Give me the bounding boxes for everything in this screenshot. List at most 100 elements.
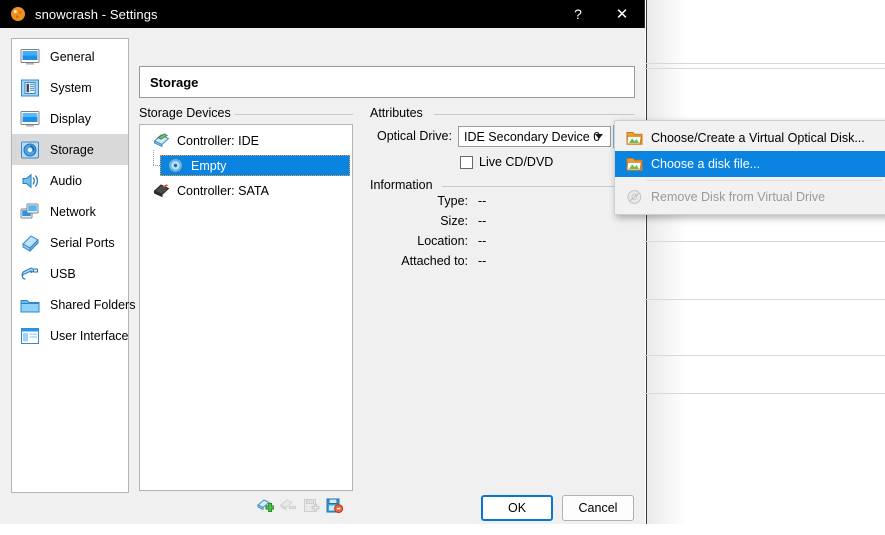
network-icon — [19, 201, 41, 223]
sidebar-item-usb[interactable]: USB — [12, 258, 128, 289]
group-divider — [235, 114, 353, 115]
remove-disk-icon — [626, 189, 643, 205]
info-row-type: Type: -- — [370, 194, 486, 208]
dialog-buttons: OK Cancel — [0, 495, 645, 535]
sidebar-item-network[interactable]: Network — [12, 196, 128, 227]
background-row-line — [645, 355, 885, 356]
live-cd-label: Live CD/DVD — [479, 155, 554, 169]
help-button[interactable]: ? — [556, 0, 600, 28]
info-label: Attached to: — [401, 254, 468, 268]
display-icon — [19, 108, 41, 130]
sidebar-item-label: General — [50, 49, 95, 64]
storage-devices-tree[interactable]: Controller: IDE Empty Controller: SATA — [139, 124, 353, 491]
group-divider — [434, 114, 635, 115]
sidebar-item-storage[interactable]: Storage — [12, 134, 128, 165]
sidebar-item-label: Serial Ports — [50, 235, 115, 250]
ok-button[interactable]: OK — [481, 495, 553, 521]
dialog-body: General System Display Storage Audio Net… — [0, 28, 645, 524]
sidebar-item-label: USB — [50, 266, 76, 281]
motherboard-icon — [19, 77, 41, 99]
menu-item-label: Remove Disk from Virtual Drive — [651, 190, 826, 204]
background-row-line — [645, 63, 885, 64]
sidebar-item-label: Audio — [50, 173, 82, 188]
folder-open-icon — [625, 156, 643, 172]
background-divider — [646, 0, 647, 524]
sidebar-item-label: Network — [50, 204, 96, 219]
storage-devices-group: Storage Devices — [139, 106, 353, 120]
info-row-location: Location: -- — [370, 234, 486, 248]
information-group-title: Information — [370, 178, 439, 192]
harddisk-icon — [19, 139, 41, 161]
background-gradient — [646, 0, 686, 524]
chevron-down-icon — [595, 134, 603, 139]
background-row-line — [645, 299, 885, 300]
background-row-line — [645, 393, 885, 394]
sidebar-item-label: System — [50, 80, 92, 95]
menu-item-label: Choose/Create a Virtual Optical Disk... — [651, 131, 865, 145]
storage-devices-group-title: Storage Devices — [139, 106, 237, 120]
info-value: -- — [478, 214, 487, 228]
settings-dialog: snowcrash - Settings ? ✕ General System … — [0, 0, 645, 524]
tree-row-controller-sata[interactable]: Controller: SATA — [140, 178, 352, 203]
tree-row-label: Controller: SATA — [177, 183, 269, 198]
sidebar-item-serial-ports[interactable]: Serial Ports — [12, 227, 128, 258]
window-title: snowcrash - Settings — [35, 6, 158, 22]
info-row-size: Size: -- — [370, 214, 486, 228]
background-row-line — [645, 68, 885, 69]
settings-sidebar: General System Display Storage Audio Net… — [11, 38, 135, 493]
tree-row-label: Empty — [191, 158, 227, 173]
sidebar-item-system[interactable]: System — [12, 72, 128, 103]
optical-drive-label: Optical Drive: — [376, 129, 452, 143]
sidebar-item-label: User Interface — [50, 328, 129, 343]
sidebar-item-audio[interactable]: Audio — [12, 165, 128, 196]
info-label: Type: — [437, 194, 468, 208]
menu-item-choose-a-disk-file[interactable]: Choose a disk file... — [615, 151, 885, 177]
menu-separator — [647, 180, 882, 181]
info-row-attached-to: Attached to: -- — [370, 254, 486, 268]
attributes-group-title: Attributes — [370, 106, 429, 120]
sidebar-item-label: Shared Folders — [50, 297, 136, 312]
folder-icon — [19, 294, 41, 316]
menu-item-label: Choose a disk file... — [651, 157, 761, 171]
tree-connector — [153, 165, 161, 166]
live-cd-checkbox[interactable]: Live CD/DVD — [460, 155, 553, 169]
folder-open-icon — [625, 130, 643, 146]
attributes-group: Attributes — [370, 106, 635, 120]
optical-drive-select[interactable]: IDE Secondary Device 0 — [458, 126, 611, 147]
page-title: Storage — [139, 66, 635, 98]
tree-connector — [153, 150, 154, 166]
menu-item-remove-disk-from-virtual-drive[interactable]: Remove Disk from Virtual Drive — [615, 184, 885, 210]
information-group: Information — [370, 178, 635, 192]
tree-row-controller-ide[interactable]: Controller: IDE — [140, 128, 352, 153]
menu-item-choose-create-virtual-optical-disk[interactable]: Choose/Create a Virtual Optical Disk... — [615, 125, 885, 151]
info-label: Location: — [417, 234, 468, 248]
cancel-button[interactable]: Cancel — [562, 495, 634, 521]
ide-controller-icon — [153, 132, 170, 149]
background-row-line — [645, 241, 885, 242]
sidebar-item-shared-folders[interactable]: Shared Folders — [12, 289, 135, 320]
group-divider — [442, 186, 635, 187]
window-controls: ? ✕ — [556, 0, 644, 28]
user-interface-icon — [19, 325, 41, 347]
info-value: -- — [478, 254, 487, 268]
sata-controller-icon — [153, 182, 170, 199]
optical-drive-value: IDE Secondary Device 0 — [464, 129, 601, 144]
sidebar-item-user-interface[interactable]: User Interface — [12, 320, 129, 351]
info-value: -- — [478, 234, 487, 248]
checkbox-box[interactable] — [460, 155, 473, 169]
usb-icon — [19, 263, 41, 285]
monitor-icon — [19, 46, 41, 68]
info-value: -- — [478, 194, 487, 208]
info-label: Size: — [440, 214, 468, 228]
serial-port-icon — [19, 232, 41, 254]
sidebar-item-display[interactable]: Display — [12, 103, 128, 134]
optical-drive-context-menu: Choose/Create a Virtual Optical Disk... … — [614, 120, 885, 215]
speaker-icon — [19, 170, 41, 192]
tree-row-empty[interactable]: Empty — [140, 150, 352, 178]
tree-row-label: Controller: IDE — [177, 133, 259, 148]
sidebar-item-general[interactable]: General — [12, 41, 128, 72]
optical-disk-icon — [167, 157, 184, 174]
sidebar-item-label: Storage — [50, 142, 94, 157]
sidebar-item-label: Display — [50, 111, 91, 126]
virtualbox-icon — [10, 6, 26, 22]
